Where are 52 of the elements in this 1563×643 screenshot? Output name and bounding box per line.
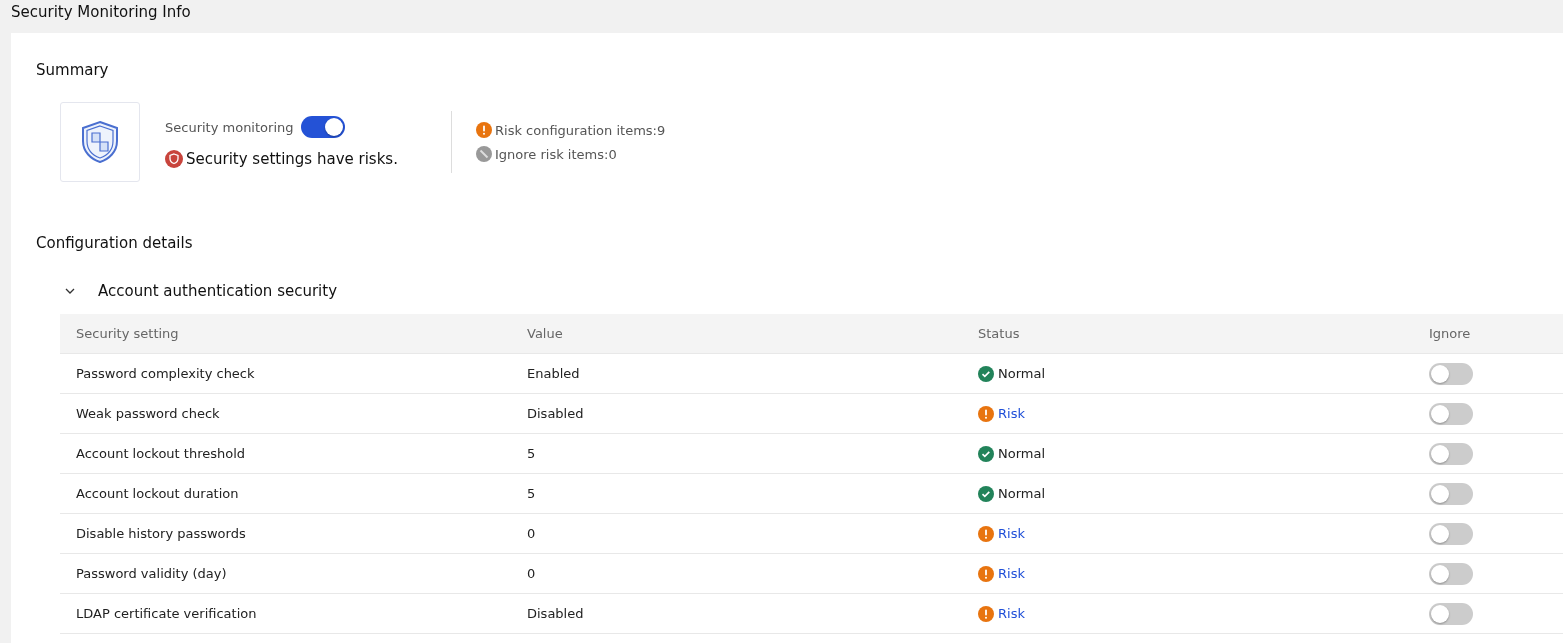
table-cell-text: Disabled [527,406,585,421]
shield-icon [80,120,120,164]
ignore-switch[interactable] [1429,442,1473,465]
status-link[interactable]: Risk [998,606,1025,621]
warning-circle-icon [978,565,994,582]
monitoring-switch[interactable] [301,116,346,138]
ignore-switch[interactable] [1429,402,1473,425]
ignore-switch[interactable] [1429,602,1473,625]
security-status-text: Security settings have risks. [186,150,398,168]
ignore-switch[interactable] [1429,562,1473,585]
page-title: Security Monitoring Info [10,2,192,23]
table-cell-text: Account lockout threshold [76,446,247,461]
section-heading: Summary [36,61,110,79]
table-cell-text: 0 [527,526,537,541]
warning-circle-icon [978,605,994,622]
ignore-switch[interactable] [1429,522,1473,545]
warning-circle-icon [978,405,994,422]
table-cell-text: Weak password check [76,406,221,421]
blocked-icon [476,146,492,162]
group-title: Account authentication security [98,282,338,300]
table-cell-text: 5 [527,446,537,461]
warning-circle-icon [978,525,994,542]
table-cell-text: Account lockout duration [76,486,240,501]
table-cell-text: 0 [527,566,537,581]
section-heading: Configuration details [36,234,194,252]
status-text: Normal [998,486,1046,501]
status-link[interactable]: Risk [998,566,1025,581]
count-label: Risk configuration items:9 [495,122,666,138]
warning-circle-icon [476,122,492,138]
ignore-switch[interactable] [1429,482,1473,505]
status-text: Normal [998,446,1046,461]
table-cell-text: Enabled [527,366,581,381]
ignore-switch[interactable] [1429,362,1473,385]
status-text: Normal [998,366,1046,381]
shield-badge-icon [165,150,183,168]
column-header: Value [527,326,564,341]
table-cell-text: 5 [527,486,537,501]
status-link[interactable]: Risk [998,406,1025,421]
count-label: Ignore risk items:0 [495,146,617,162]
check-circle-icon [978,365,994,382]
monitoring-label: Security monitoring [165,119,294,135]
column-header: Security setting [76,326,180,341]
check-circle-icon [978,445,994,462]
table-cell-text: LDAP certificate verification [76,606,258,621]
table-cell-text: Disable history passwords [76,526,247,541]
table-cell-text: Password complexity check [76,366,256,381]
column-header: Ignore [1429,326,1472,341]
column-header: Status [978,326,1021,341]
table-cell-text: Disabled [527,606,585,621]
table-cell-text: Password validity (day) [76,566,228,581]
status-link[interactable]: Risk [998,526,1025,541]
check-circle-icon [978,485,994,502]
